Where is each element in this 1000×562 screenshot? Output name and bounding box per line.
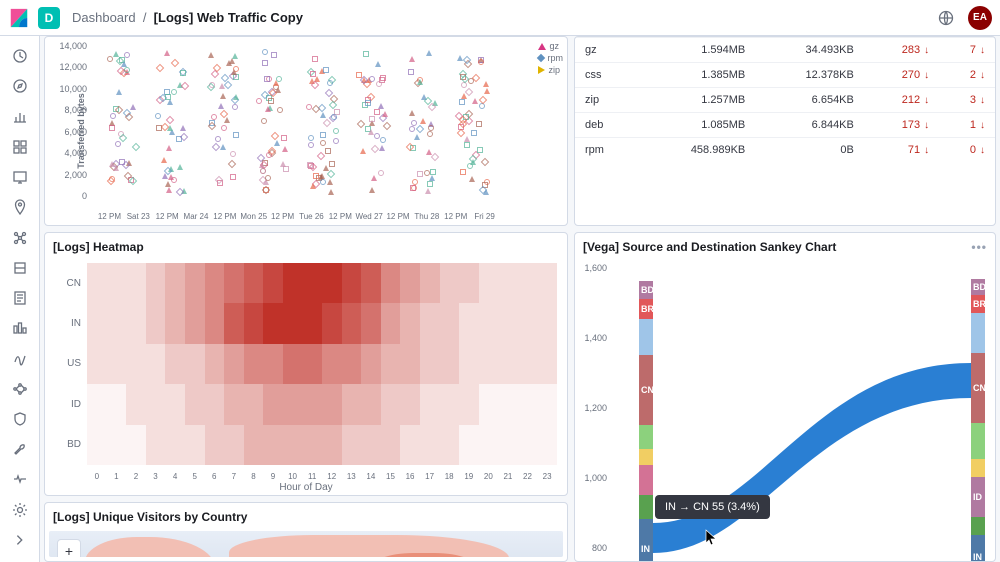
- table-row[interactable]: deb1.085MB6.844KB173↓1↓: [575, 113, 995, 138]
- logs-icon[interactable]: [7, 286, 33, 310]
- canvas-icon[interactable]: [7, 165, 33, 189]
- map-title: [Logs] Unique Visitors by Country: [53, 510, 247, 524]
- sankey-node[interactable]: [639, 425, 653, 449]
- metrics-icon[interactable]: [7, 316, 33, 340]
- sankey-node[interactable]: [971, 313, 985, 353]
- heatmap-title: [Logs] Heatmap: [53, 240, 144, 254]
- management-icon[interactable]: [7, 498, 33, 522]
- panel-menu-icon[interactable]: •••: [971, 240, 987, 254]
- breadcrumb-parent[interactable]: Dashboard: [72, 10, 136, 25]
- sankey-node[interactable]: IN: [639, 519, 653, 562]
- table-row[interactable]: rpm458.989KB0B71↓0↓: [575, 138, 995, 163]
- sankey-node[interactable]: IN: [971, 535, 985, 562]
- sankey-node[interactable]: ID: [971, 477, 985, 517]
- heart-icon[interactable]: [7, 467, 33, 491]
- heatmap-body[interactable]: [87, 263, 557, 465]
- table-panel: gz1.594MB34.493KB283↓7↓css1.385MB12.378K…: [574, 36, 996, 226]
- scatter-plot-area[interactable]: [95, 41, 499, 201]
- discover-icon[interactable]: [7, 74, 33, 98]
- kibana-logo-icon[interactable]: [8, 7, 30, 29]
- breadcrumb-current: [Logs] Web Traffic Copy: [154, 10, 303, 25]
- ext-table: gz1.594MB34.493KB283↓7↓css1.385MB12.378K…: [575, 37, 995, 162]
- maps-icon[interactable]: [7, 195, 33, 219]
- sankey-node[interactable]: BD: [639, 281, 653, 299]
- sankey-node[interactable]: BR: [639, 299, 653, 319]
- sankey-body[interactable]: BDBRCNINBDBRCNIDIN: [609, 263, 985, 553]
- dashboard-icon[interactable]: [7, 135, 33, 159]
- zoom-in-button[interactable]: +: [58, 540, 80, 557]
- sankey-node[interactable]: [639, 495, 653, 519]
- sankey-title: [Vega] Source and Destination Sankey Cha…: [583, 240, 836, 254]
- breadcrumb: Dashboard / [Logs] Web Traffic Copy: [72, 10, 303, 25]
- ml-icon[interactable]: [7, 225, 33, 249]
- sankey-node[interactable]: CN: [971, 353, 985, 423]
- recent-icon[interactable]: [7, 44, 33, 68]
- sankey-node[interactable]: BD: [971, 279, 985, 295]
- map-panel: [Logs] Unique Visitors by Country + − ⛶: [44, 502, 568, 562]
- scatter-legend: gzrpmzip: [538, 41, 564, 77]
- sankey-panel: [Vega] Source and Destination Sankey Cha…: [574, 232, 996, 562]
- heatmap-x-label: Hour of Day: [45, 482, 567, 493]
- sankey-y-axis: 1,6001,4001,2001,000800: [579, 263, 607, 553]
- heatmap-x-axis: 01234567891011121314151617181920212223: [87, 472, 557, 481]
- scatter-x-axis: 12 PMSat 2312 PMMar 2412 PMMon 2512 PMTu…: [95, 212, 499, 221]
- topbar: D Dashboard / [Logs] Web Traffic Copy EA: [0, 0, 1000, 36]
- siem-icon[interactable]: [7, 407, 33, 431]
- scatter-y-axis: 14,00012,00010,0008,0006,0004,0002,0000: [45, 41, 91, 201]
- sankey-node[interactable]: [639, 449, 653, 465]
- sankey-node[interactable]: CN: [639, 355, 653, 425]
- map-body[interactable]: + − ⛶: [49, 531, 563, 557]
- graph-icon[interactable]: [7, 256, 33, 280]
- table-row[interactable]: zip1.257MB6.654KB212↓3↓: [575, 88, 995, 113]
- table-row[interactable]: gz1.594MB34.493KB283↓7↓: [575, 38, 995, 63]
- visualize-icon[interactable]: [7, 104, 33, 128]
- uptime-icon[interactable]: [7, 346, 33, 370]
- expand-icon[interactable]: [7, 528, 33, 552]
- table-row[interactable]: css1.385MB12.378KB270↓2↓: [575, 63, 995, 88]
- scatter-panel: Transferred bytes 14,00012,00010,0008,00…: [44, 36, 568, 226]
- sankey-node[interactable]: BR: [971, 295, 985, 313]
- sankey-node[interactable]: [639, 319, 653, 355]
- avatar[interactable]: EA: [968, 6, 992, 30]
- sidebar: [0, 36, 40, 562]
- sankey-node[interactable]: [971, 459, 985, 477]
- heatmap-y-axis: CNINUSIDBD: [51, 263, 81, 465]
- apm-icon[interactable]: [7, 377, 33, 401]
- map-controls: + − ⛶: [57, 539, 81, 557]
- sankey-node[interactable]: [971, 423, 985, 459]
- app-tile[interactable]: D: [38, 7, 60, 29]
- sankey-node[interactable]: [971, 517, 985, 535]
- news-icon[interactable]: [934, 6, 958, 30]
- sankey-node[interactable]: [639, 465, 653, 495]
- heatmap-panel: [Logs] Heatmap CNINUSIDBD 01234567891011…: [44, 232, 568, 496]
- dev-tools-icon[interactable]: [7, 437, 33, 461]
